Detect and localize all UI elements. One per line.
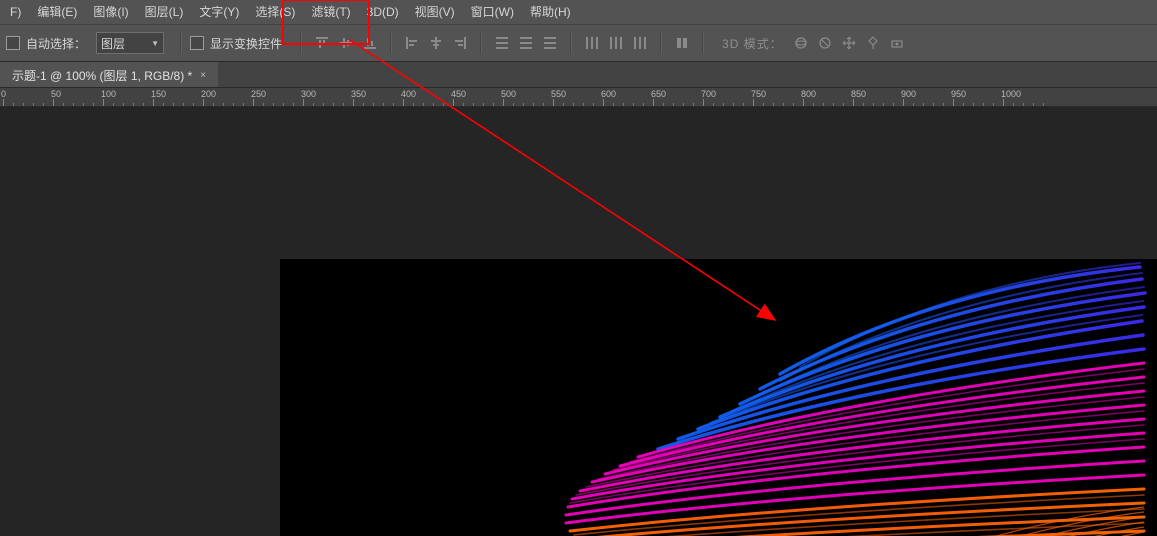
ruler-tick: 500 [503,99,504,106]
ruler-tick: 200 [203,99,204,106]
ruler-label: 800 [801,89,816,99]
separator [570,32,572,54]
distribute-top-icon[interactable] [492,33,512,53]
ruler-tick: 300 [303,99,304,106]
ruler-tick: 50 [53,99,54,106]
ruler-tick: 750 [753,99,754,106]
auto-select-value: 图层 [101,35,125,52]
separator [480,32,482,54]
slide-3d-icon[interactable] [863,33,883,53]
align-horz-centers-icon[interactable] [426,33,446,53]
ruler-label: 500 [501,89,516,99]
align-vert-centers-icon[interactable] [336,33,356,53]
menu-select[interactable]: 选择(S) [247,0,303,24]
separator [300,32,302,54]
separator [390,32,392,54]
roll-3d-icon[interactable] [815,33,835,53]
ruler-tick: 850 [853,99,854,106]
show-transform-label: 显示变换控件 [210,35,282,52]
options-bar: 自动选择： 图层 ▼ 显示变换控件 3D 模式： [0,24,1157,62]
menu-window[interactable]: 窗口(W) [463,0,522,24]
align-top-edges-icon[interactable] [312,33,332,53]
ruler-label: 1000 [1001,89,1021,99]
canvas-area[interactable] [0,107,1157,536]
ruler-label: 450 [451,89,466,99]
ruler-label: 600 [601,89,616,99]
separator [180,32,182,54]
ruler-label: 550 [551,89,566,99]
menu-file[interactable]: F) [2,0,29,24]
document-tab-title: 示题-1 @ 100% (图层 1, RGB/8) * [12,67,192,84]
orbit-3d-icon[interactable] [791,33,811,53]
distribute-right-icon[interactable] [630,33,650,53]
image-canvas[interactable] [280,259,1157,536]
ruler-label: 350 [351,89,366,99]
ruler-tick: 150 [153,99,154,106]
menu-view[interactable]: 视图(V) [407,0,463,24]
auto-select-dropdown[interactable]: 图层 ▼ [96,32,164,54]
ruler-label: 100 [101,89,116,99]
ruler-label: 750 [751,89,766,99]
show-transform-checkbox[interactable] [190,36,204,50]
distribute-hcenter-icon[interactable] [606,33,626,53]
menu-3d[interactable]: 3D(D) [359,0,407,24]
ruler-tick: 350 [353,99,354,106]
chevron-down-icon: ▼ [151,39,159,48]
document-tab-row: 示题-1 @ 100% (图层 1, RGB/8) * × [0,62,1157,88]
auto-align-icon[interactable] [672,33,692,53]
ruler-label: 50 [51,89,61,99]
auto-select-label: 自动选择： [26,35,86,52]
ruler-tick: 700 [703,99,704,106]
feather-image [280,259,1157,536]
menu-layer[interactable]: 图层(L) [137,0,192,24]
mode3d-label: 3D 模式： [722,35,783,52]
separator [660,32,662,54]
menu-help[interactable]: 帮助(H) [522,0,579,24]
ruler-tick: 550 [553,99,554,106]
menu-edit[interactable]: 编辑(E) [29,0,85,24]
distribute-left-icon[interactable] [582,33,602,53]
ruler-label: 700 [701,89,716,99]
ruler-label: 900 [901,89,916,99]
menu-image[interactable]: 图像(I) [85,0,136,24]
menu-filter[interactable]: 滤镜(T) [303,0,358,24]
menu-type[interactable]: 文字(Y) [191,0,247,24]
ruler-tick: 800 [803,99,804,106]
ruler-label: 0 [1,89,6,99]
align-bottom-edges-icon[interactable] [360,33,380,53]
ruler-tick: 250 [253,99,254,106]
ruler-label: 250 [251,89,266,99]
ruler-label: 950 [951,89,966,99]
ruler-tick: 450 [453,99,454,106]
menubar: F) 编辑(E) 图像(I) 图层(L) 文字(Y) 选择(S) 滤镜(T) 3… [0,0,1157,24]
ruler-label: 150 [151,89,166,99]
distribute-vcenter-icon[interactable] [516,33,536,53]
separator [702,32,704,54]
ruler-tick: 950 [953,99,954,106]
distribute-bottom-icon[interactable] [540,33,560,53]
pan-3d-icon[interactable] [839,33,859,53]
ruler-tick: 600 [603,99,604,106]
auto-select-checkbox[interactable] [6,36,20,50]
align-left-edges-icon[interactable] [402,33,422,53]
ruler-tick: 650 [653,99,654,106]
ruler-tick: 1000 [1003,99,1004,106]
ruler-label: 300 [301,89,316,99]
close-tab-icon[interactable]: × [200,70,206,81]
ruler-label: 200 [201,89,216,99]
ruler-tick: 900 [903,99,904,106]
ruler-tick: 100 [103,99,104,106]
document-tab[interactable]: 示题-1 @ 100% (图层 1, RGB/8) * × [0,62,218,87]
scale-3d-icon[interactable] [887,33,907,53]
ruler-label: 400 [401,89,416,99]
ruler-label: 650 [651,89,666,99]
ruler-label: 850 [851,89,866,99]
align-right-edges-icon[interactable] [450,33,470,53]
ruler-tick: 0 [3,99,4,106]
horizontal-ruler: 0501001502002503003504004505005506006507… [0,88,1157,107]
ruler-tick: 400 [403,99,404,106]
